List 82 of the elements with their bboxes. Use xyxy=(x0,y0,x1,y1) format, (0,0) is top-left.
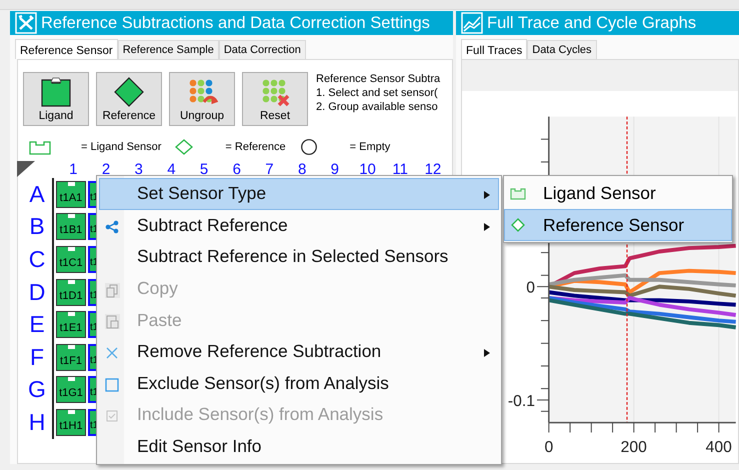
column-number: 7 xyxy=(264,160,275,178)
panel-title: Full Trace and Cycle Graphs xyxy=(487,14,696,32)
x-tick-label: 400 xyxy=(706,439,732,456)
row-label: D xyxy=(28,278,46,306)
legend-label: = Reference xyxy=(225,141,286,153)
menu-item[interactable]: Subtract Reference xyxy=(99,210,499,242)
instruction-text: 1. Select and set sensor( xyxy=(316,86,438,100)
menu-item-label: Subtract Reference in Selected Sensors xyxy=(137,246,448,268)
tab[interactable]: Data Cycles xyxy=(527,40,597,59)
column-number: 3 xyxy=(134,160,144,178)
sensor-well[interactable]: t1G1 xyxy=(56,376,86,404)
ligand-sensor-icon xyxy=(29,139,51,155)
tool-button[interactable]: Ungroup xyxy=(169,72,235,126)
column-number: 9 xyxy=(330,160,340,178)
sensor-well[interactable]: t1E1 xyxy=(56,311,86,338)
diamond-icon xyxy=(113,76,145,108)
diamond-icon xyxy=(510,218,526,232)
column-number: 4 xyxy=(166,160,177,178)
checkbox-icon xyxy=(104,376,120,393)
paste-icon xyxy=(104,313,120,330)
column-number: 5 xyxy=(198,160,210,178)
row-label: C xyxy=(28,246,46,273)
panel-title: Reference Subtractions and Data Correction Settings xyxy=(41,14,430,32)
menu-item-label: Include Sensor(s) from Analysis xyxy=(137,404,384,426)
column-number: 2 xyxy=(100,160,112,178)
menu-item[interactable]: Subtract Reference in Selected Sensors xyxy=(99,241,499,273)
sensor-well[interactable]: t1F1 xyxy=(56,344,86,371)
menu-item-label: Subtract Reference xyxy=(137,214,288,236)
sensor-well[interactable]: t1B1 xyxy=(56,213,86,240)
ligand-sensor-icon xyxy=(40,76,72,108)
tool-button[interactable]: Reset xyxy=(242,72,308,126)
column-number: 1 xyxy=(68,160,79,178)
legend-label: = Empty xyxy=(350,141,390,153)
tab[interactable]: Reference Sample xyxy=(118,40,219,59)
diamond-icon xyxy=(173,139,196,155)
row-label: G xyxy=(27,376,47,404)
menu-item[interactable]: Exclude Sensor(s) from Analysis xyxy=(99,368,499,400)
menu-item-label: Ligand Sensor xyxy=(543,182,656,204)
column-number: 8 xyxy=(296,160,308,178)
row-label: B xyxy=(28,213,46,240)
corner-icon[interactable] xyxy=(17,161,35,177)
column-number: 6 xyxy=(232,160,242,178)
tab[interactable]: Reference Sensor xyxy=(15,39,118,59)
copy-icon xyxy=(104,282,120,298)
menu-item[interactable]: Remove Reference Subtraction xyxy=(99,336,499,368)
column-number: 10 xyxy=(358,160,377,178)
x-tick-label: 200 xyxy=(620,439,647,456)
close-icon xyxy=(104,344,120,361)
tab[interactable]: Full Traces xyxy=(461,39,528,59)
menu-item[interactable]: Set Sensor Type xyxy=(99,178,499,210)
menu-item-label: Paste xyxy=(137,310,182,331)
row-label: A xyxy=(28,180,46,208)
tool-button[interactable]: Ligand xyxy=(23,72,89,126)
y-tick-label: -0.1 xyxy=(508,392,536,410)
row-label: F xyxy=(28,344,46,371)
sensor-well[interactable]: t1H1 xyxy=(56,408,86,436)
menu-item-label: Remove Reference Subtraction xyxy=(137,341,382,362)
menu-item-label: Copy xyxy=(137,278,178,300)
tool-button[interactable]: Reference xyxy=(96,72,162,126)
column-number: 11 xyxy=(391,160,409,178)
sensor-well[interactable]: t1D1 xyxy=(56,278,86,306)
menu-item-label: Exclude Sensor(s) from Analysis xyxy=(137,372,389,394)
y-tick-label: 0 xyxy=(526,280,536,297)
sensor-well[interactable]: t1A1 xyxy=(56,180,86,208)
ligand-sensor-icon xyxy=(510,186,526,200)
legend-label: = Ligand Sensor xyxy=(81,141,162,153)
menu-item[interactable]: Reference Sensor xyxy=(504,209,732,241)
row-label: H xyxy=(28,408,46,436)
share-icon xyxy=(104,218,120,235)
menu-item[interactable]: Edit Sensor Info xyxy=(99,430,499,462)
menu-item-label: Edit Sensor Info xyxy=(137,436,262,458)
instruction-text: Reference Sensor Subtra xyxy=(316,72,440,86)
sensor-well[interactable]: t1C1 xyxy=(56,246,86,273)
tab[interactable]: Data Correction xyxy=(218,40,306,59)
instruction-text: 2. Group available senso xyxy=(316,100,438,114)
row-label: E xyxy=(28,311,46,338)
menu-item[interactable]: Ligand Sensor xyxy=(504,177,732,209)
checkbox-icon xyxy=(104,408,120,424)
menu-item-label: Set Sensor Type xyxy=(137,183,266,204)
menu-item-label: Reference Sensor xyxy=(543,214,684,236)
x-tick-label: 0 xyxy=(544,439,554,456)
column-number: 12 xyxy=(424,160,442,178)
